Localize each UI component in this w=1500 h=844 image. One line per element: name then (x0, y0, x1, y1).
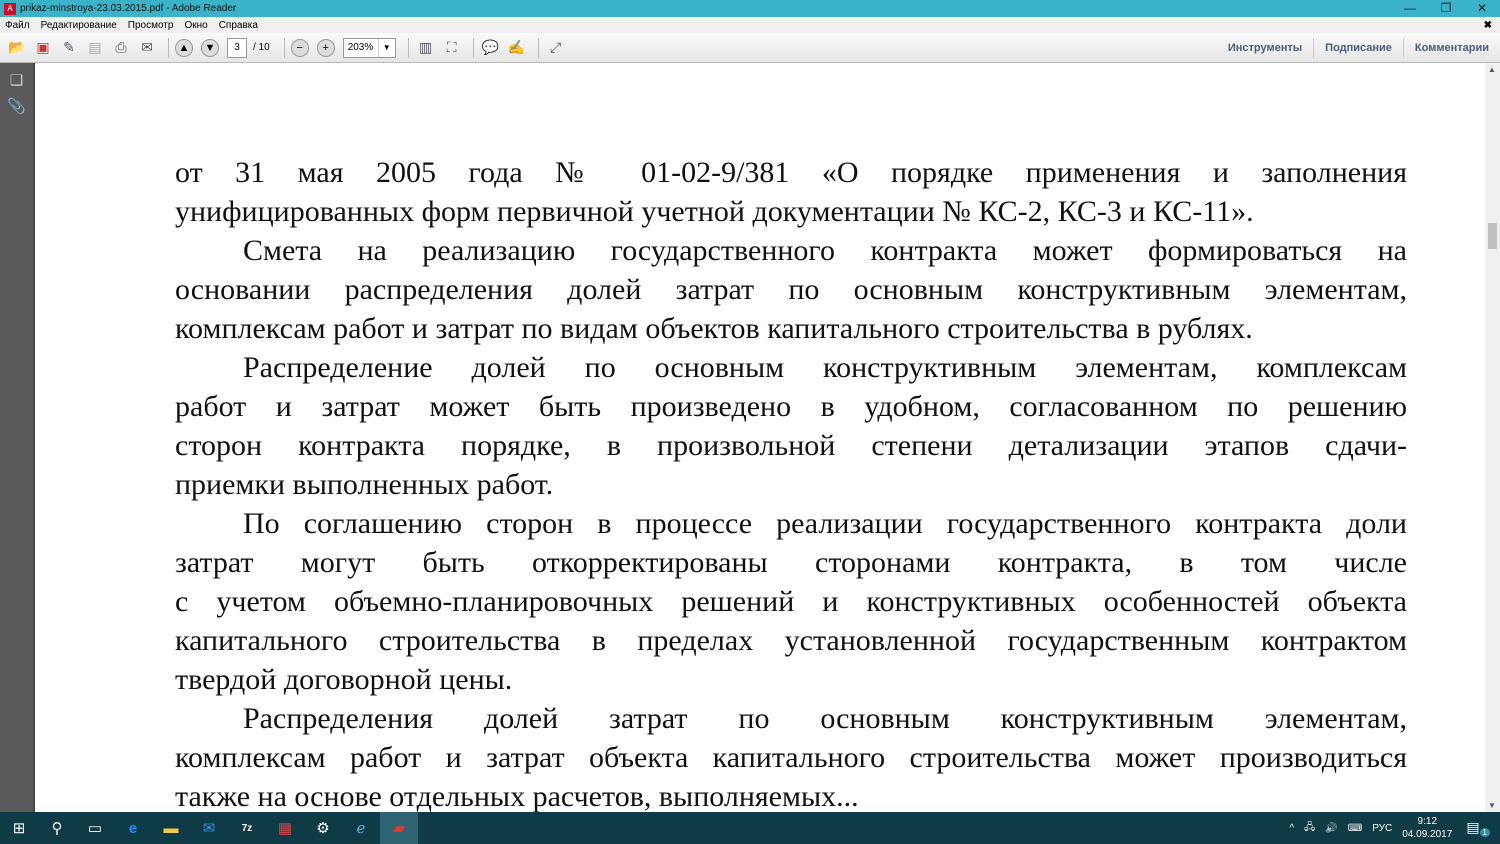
email-icon[interactable]: ✉ (136, 37, 158, 59)
menu-file[interactable]: Файл (5, 20, 30, 31)
scroll-up-arrow[interactable]: ▲ (1488, 65, 1496, 74)
document-text-line: комплексам работ и затрат по видам объек… (175, 312, 1253, 345)
notification-count: 1 (1479, 828, 1490, 838)
start-icon[interactable]: ⊞ (0, 812, 38, 844)
keyboard-icon[interactable]: ⌨ (1348, 823, 1362, 834)
date: 04.09.2017 (1402, 829, 1453, 840)
fit-page-icon[interactable]: ▥ (415, 37, 437, 59)
page-total: / 10 (253, 42, 270, 53)
menu-edit[interactable]: Редактирование (41, 20, 117, 31)
restore-button[interactable]: ❐ (1428, 0, 1464, 17)
toolbar: 📂 ▣ ✎ ▤ ⎙ ✉ ▲ ▼ 3 / 10 − + 203% ▼ ▥ ⛶ 💬 … (0, 33, 1500, 63)
tab-tools[interactable]: Инструменты (1217, 38, 1313, 58)
document-text-line: затрат могут быть откорректированы сторо… (175, 546, 1407, 579)
internet-explorer-icon[interactable]: ℯ (342, 812, 380, 844)
adobe-reader-icon: A (4, 2, 16, 15)
menu-bar: Файл Редактирование Просмотр Окно Справк… (0, 17, 1500, 33)
close-button[interactable]: ✕ (1464, 0, 1500, 17)
adobe-reader-taskbar-icon[interactable]: ▰ (380, 812, 418, 844)
menu-view[interactable]: Просмотр (128, 20, 174, 31)
search-icon[interactable]: ⚲ (38, 812, 76, 844)
tab-comments[interactable]: Комментарии (1402, 38, 1500, 58)
document-text-line: капитального строительства в пределах ус… (175, 624, 1407, 657)
document-text-line: комплексам работ и затрат объекта капита… (175, 741, 1407, 774)
tab-sign[interactable]: Подписание (1313, 38, 1403, 58)
edge-icon[interactable]: e (114, 812, 152, 844)
scroll-down-arrow[interactable]: ▼ (1488, 801, 1496, 810)
page-number-input[interactable]: 3 (227, 37, 247, 58)
highlight-icon[interactable]: ✍ (506, 37, 528, 59)
zoom-in-button[interactable]: + (316, 38, 335, 57)
fullscreen-icon[interactable]: ⤢ (545, 37, 567, 59)
document-text-line: Смета на реализацию государственного кон… (243, 234, 1407, 267)
minimize-button[interactable]: — (1392, 0, 1428, 17)
zoom-out-button[interactable]: − (290, 38, 309, 57)
taskbar: ⊞ ⚲ ▭ e ▬ ✉ 7z ▦ ⚙ ℯ ▰ ^ 🖧 🔊 ⌨ РУС 9:12 … (0, 812, 1500, 844)
window-title: prikaz-minstroya-23.03.2015.pdf - Adobe … (20, 3, 237, 14)
document-text-line: Распределения долей затрат по основным к… (243, 702, 1407, 735)
time: 9:12 (1417, 816, 1438, 827)
chevron-down-icon[interactable]: ▼ (377, 38, 395, 57)
volume-icon[interactable]: 🔊 (1325, 823, 1337, 834)
language-indicator[interactable]: РУС (1372, 823, 1392, 834)
zoom-select[interactable]: 203% ▼ (342, 37, 396, 58)
edit-icon[interactable]: ✎ (58, 37, 80, 59)
previous-page-button[interactable]: ▲ (175, 38, 193, 57)
clock[interactable]: 9:12 04.09.2017 (1402, 815, 1452, 841)
document-view[interactable]: от 31 мая 2005 года № 01-02-9/381 «О пор… (33, 63, 1485, 812)
action-center-icon[interactable]: ▤ 1 (1466, 819, 1490, 838)
document-text-line: работ и затрат может быть произведено в … (175, 390, 1407, 423)
tray-chevron-icon[interactable]: ^ (1289, 823, 1294, 834)
document-text-line: По соглашению сторон в процессе реализац… (243, 507, 1407, 540)
fit-width-icon[interactable]: ⛶ (441, 37, 463, 59)
document-text-line: основании распределения долей затрат по … (175, 273, 1407, 306)
scroll-thumb[interactable] (1488, 223, 1497, 249)
document-page: от 31 мая 2005 года № 01-02-9/381 «О пор… (175, 153, 1407, 812)
menu-help[interactable]: Справка (219, 20, 258, 31)
title-bar: A prikaz-minstroya-23.03.2015.pdf - Adob… (0, 0, 1500, 17)
pages-icon[interactable]: ❏ (0, 71, 33, 89)
attachments-icon[interactable]: 📎 (0, 97, 33, 115)
app-icon[interactable]: ▦ (266, 812, 304, 844)
comment-icon[interactable]: 💬 (480, 37, 502, 59)
save-icon[interactable]: ▤ (84, 37, 106, 59)
document-text-line: также на основе отдельных расчетов, выпо… (175, 780, 859, 812)
zoom-value: 203% (347, 41, 374, 53)
menu-window[interactable]: Окно (184, 20, 207, 31)
print-icon[interactable]: ⎙ (110, 37, 132, 59)
settings-icon[interactable]: ⚙ (304, 812, 342, 844)
document-text-line: с учетом объемно-планировочных решений и… (175, 585, 1407, 618)
vertical-scrollbar[interactable]: ▲ ▼ (1485, 63, 1500, 812)
file-explorer-icon[interactable]: ▬ (152, 812, 190, 844)
open-icon[interactable]: 📂 (6, 37, 28, 59)
7zip-icon[interactable]: 7z (228, 812, 266, 844)
document-text-line: унифицированных форм первичной учетной д… (175, 195, 1254, 228)
task-view-icon[interactable]: ▭ (76, 812, 114, 844)
close-document-button[interactable]: ✖ (1484, 20, 1492, 31)
network-icon[interactable]: 🖧 (1304, 820, 1315, 837)
document-text-line: твердой договорной цены. (175, 663, 513, 696)
next-page-button[interactable]: ▼ (201, 38, 219, 57)
document-text-line: от 31 мая 2005 года № 01-02-9/381 «О пор… (175, 156, 1407, 189)
create-pdf-icon[interactable]: ▣ (32, 37, 54, 59)
navigation-panel: ❏ 📎 (0, 63, 33, 812)
document-text-line: приемки выполненных работ. (175, 468, 554, 501)
document-text-line: сторон контракта порядке, в произвольной… (175, 429, 1407, 462)
document-text-line: Распределение долей по основным конструк… (243, 351, 1407, 384)
outlook-icon[interactable]: ✉ (190, 812, 228, 844)
